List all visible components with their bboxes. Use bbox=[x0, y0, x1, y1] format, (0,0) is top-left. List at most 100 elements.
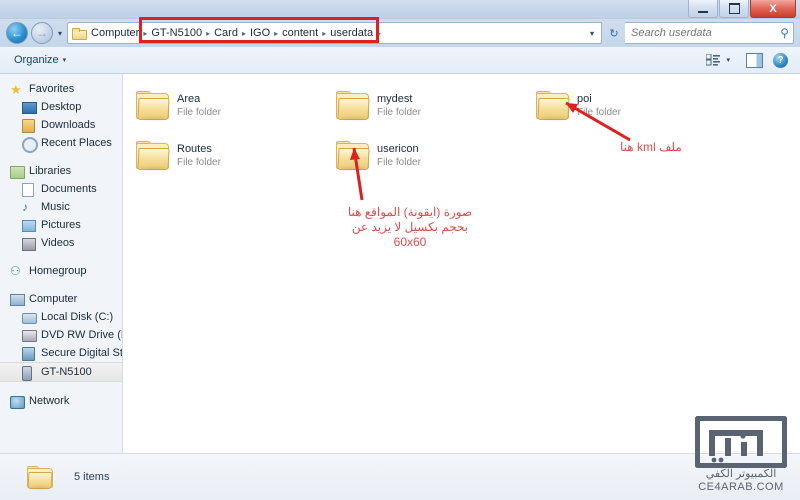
watermark-logo-icon bbox=[694, 415, 788, 469]
libraries-icon bbox=[10, 165, 25, 179]
change-view-button[interactable]: ▾ bbox=[700, 52, 736, 68]
organize-label: Organize bbox=[14, 54, 59, 66]
back-button[interactable]: ← bbox=[6, 22, 28, 44]
status-bar: 5 items bbox=[0, 453, 800, 500]
sidebar-item-recent-places[interactable]: Recent Places bbox=[0, 134, 122, 153]
search-box[interactable]: ⚲ bbox=[625, 22, 794, 44]
folder-icon bbox=[135, 141, 170, 170]
sidebar-item-label: GT-N5100 bbox=[41, 366, 92, 378]
sidebar-item-downloads[interactable]: Downloads bbox=[0, 116, 122, 134]
sidebar-item-pictures[interactable]: Pictures bbox=[0, 216, 122, 234]
recent-locations-button[interactable]: ▾ bbox=[56, 29, 64, 38]
file-item[interactable]: usericon File folder bbox=[323, 130, 523, 180]
file-item[interactable]: mydest File folder bbox=[323, 80, 523, 130]
file-name: poi bbox=[577, 92, 592, 105]
explorer-window: X ← → ▾ Computer ▸ GT-N5100 ▸ Card ▸ IGO ▸ conte… bbox=[0, 0, 800, 500]
sidebar-item-label: Music bbox=[41, 201, 70, 213]
window-body: ★ Favorites Desktop Downloads Recent Places L… bbox=[0, 74, 800, 453]
folder-icon bbox=[135, 91, 170, 120]
breadcrumb[interactable]: Computer ▸ GT-N5100 ▸ Card ▸ IGO ▸ content ▸ userd… bbox=[88, 26, 587, 40]
file-item[interactable]: Area File folder bbox=[123, 80, 323, 130]
network-icon bbox=[10, 395, 25, 409]
sidebar-item-videos[interactable]: Videos bbox=[0, 234, 122, 252]
breadcrumb-item-igo[interactable]: IGO bbox=[247, 26, 273, 40]
breadcrumb-item-gt-n5100[interactable]: GT-N5100 bbox=[148, 26, 205, 40]
title-bar: X bbox=[0, 0, 800, 19]
maximize-button[interactable] bbox=[719, 0, 749, 18]
sidebar-item-music[interactable]: ♪ Music bbox=[0, 198, 122, 216]
sidebar-item-label: Network bbox=[29, 395, 70, 407]
music-icon: ♪ bbox=[22, 199, 28, 214]
sidebar-item-favorites[interactable]: ★ Favorites bbox=[0, 80, 122, 98]
desktop-icon bbox=[22, 101, 37, 114]
breadcrumb-item-content[interactable]: content bbox=[279, 26, 321, 40]
file-item[interactable]: poi File folder bbox=[523, 80, 723, 130]
close-icon: X bbox=[769, 2, 777, 15]
watermark-arabic-label: الكمبيوتر الكفي bbox=[705, 468, 777, 480]
file-type: File folder bbox=[377, 106, 421, 118]
refresh-icon: ↻ bbox=[609, 27, 619, 40]
dvd-icon bbox=[22, 329, 37, 342]
file-name: Area bbox=[177, 92, 201, 105]
sidebar-item-network[interactable]: Network bbox=[0, 392, 122, 410]
chevron-down-icon: ▾ bbox=[58, 28, 63, 38]
sidebar-item-homegroup[interactable]: ⚇ Homegroup bbox=[0, 262, 122, 280]
help-button[interactable]: ? bbox=[773, 52, 788, 68]
file-item-labels: mydest File folder bbox=[377, 92, 421, 119]
breadcrumb-separator-icon: ▸ bbox=[377, 28, 382, 38]
organize-button[interactable]: Organize ▾ bbox=[8, 52, 72, 68]
recent-places-icon bbox=[22, 136, 38, 153]
address-dropdown-icon[interactable]: ▾ bbox=[587, 29, 599, 38]
file-item[interactable]: Routes File folder bbox=[123, 130, 323, 180]
sidebar-item-libraries[interactable]: Libraries bbox=[0, 162, 122, 180]
file-list-pane[interactable]: Area File folder mydest File folder poi File … bbox=[123, 74, 800, 453]
breadcrumb-item-computer[interactable]: Computer bbox=[88, 26, 142, 40]
folder-icon bbox=[335, 141, 370, 170]
item-count-label: 5 items bbox=[74, 471, 110, 483]
sidebar-item-label: DVD RW Drive (D:) P bbox=[41, 329, 122, 341]
sidebar-item-label: Secure Digital Storag bbox=[41, 347, 123, 359]
site-watermark: الكمبيوتر الكفي CE4ARAB.COM bbox=[690, 415, 792, 494]
sidebar-item-desktop[interactable]: Desktop bbox=[0, 98, 122, 116]
sidebar-item-label: Documents bbox=[41, 183, 97, 195]
navigation-pane[interactable]: ★ Favorites Desktop Downloads Recent Places L… bbox=[0, 74, 123, 453]
sidebar-item-label: Local Disk (C:) bbox=[41, 311, 114, 323]
file-type: File folder bbox=[577, 106, 621, 118]
forward-button[interactable]: → bbox=[31, 22, 53, 44]
sidebar-item-secure-digital-storag[interactable]: Secure Digital Storag bbox=[0, 344, 122, 362]
refresh-button[interactable]: ↻ bbox=[605, 24, 623, 42]
minimize-icon bbox=[698, 10, 708, 13]
window-controls: X bbox=[688, 0, 796, 18]
breadcrumb-item-card[interactable]: Card bbox=[211, 26, 241, 40]
documents-icon bbox=[22, 182, 36, 197]
sidebar-item-label: Downloads bbox=[41, 119, 96, 131]
help-icon: ? bbox=[777, 54, 784, 66]
search-input[interactable] bbox=[629, 26, 781, 40]
chevron-down-icon: ▾ bbox=[726, 57, 730, 64]
back-arrow-icon: ← bbox=[11, 26, 23, 40]
file-item-labels: usericon File folder bbox=[377, 142, 421, 169]
file-item-labels: Area File folder bbox=[177, 92, 221, 119]
downloads-icon bbox=[22, 118, 36, 133]
preview-pane-button[interactable] bbox=[746, 52, 763, 68]
folder-icon bbox=[26, 466, 53, 489]
sidebar-item-local-disk-c[interactable]: Local Disk (C:) bbox=[0, 308, 122, 326]
sidebar-item-documents[interactable]: Documents bbox=[0, 180, 122, 198]
file-type: File folder bbox=[377, 156, 421, 168]
minimize-button[interactable] bbox=[688, 0, 718, 18]
address-bar[interactable]: Computer ▸ GT-N5100 ▸ Card ▸ IGO ▸ content ▸ userd… bbox=[67, 22, 602, 44]
sidebar-item-computer[interactable]: Computer bbox=[0, 290, 122, 308]
file-item-labels: Routes File folder bbox=[177, 142, 221, 169]
breadcrumb-item-userdata[interactable]: userdata bbox=[327, 26, 376, 40]
file-grid: Area File folder mydest File folder poi File … bbox=[123, 80, 800, 180]
sidebar-item-gt-n5100[interactable]: GT-N5100 bbox=[0, 362, 122, 382]
chevron-down-icon: ▾ bbox=[62, 57, 67, 64]
close-button[interactable]: X bbox=[750, 0, 796, 18]
command-toolbar: Organize ▾ ▾ ? bbox=[0, 47, 800, 74]
sidebar-item-dvd-rw-drive-d-p[interactable]: DVD RW Drive (D:) P bbox=[0, 326, 122, 344]
search-icon: ⚲ bbox=[780, 26, 789, 40]
sidebar-item-label: Recent Places bbox=[41, 137, 112, 149]
sidebar-item-label: Homegroup bbox=[29, 265, 87, 277]
